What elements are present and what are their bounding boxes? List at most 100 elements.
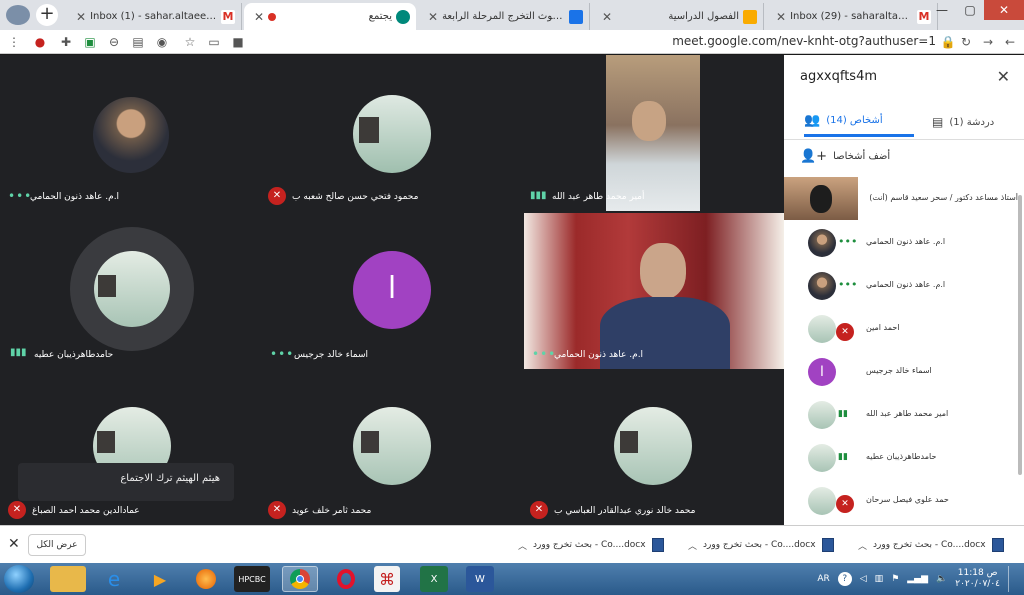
close-icon[interactable]: ✕ (602, 10, 612, 24)
mic-off-icon: ✕ (836, 495, 854, 513)
forward-icon[interactable]: → (980, 34, 996, 50)
extension-icon[interactable]: ● (32, 34, 48, 50)
extension-icon[interactable]: ⊖ (106, 34, 122, 50)
participant-name: احمد امين (866, 323, 900, 332)
cast-icon[interactable]: ▭ (206, 34, 222, 50)
scrollbar[interactable] (1018, 195, 1022, 475)
maximize-icon[interactable]: ▢ (956, 0, 984, 20)
participant-row[interactable]: ••• ا.م. عاهد ذنون الحمامي (784, 221, 1024, 264)
extension-icon[interactable]: ◉ (154, 34, 170, 50)
signal-icon[interactable]: ▂▄▆ (907, 574, 928, 584)
add-people-button[interactable]: 👤+ أضف أشخاصا (800, 149, 890, 164)
participant-row[interactable]: ▮▮ حامدطاهرذيبان عطيه (784, 436, 1024, 479)
show-all-button[interactable]: عرض الكل (28, 534, 86, 556)
lock-icon[interactable]: 🔒 (940, 34, 956, 50)
tab-label: أشخاص (14) (826, 115, 883, 126)
id-photo (361, 431, 379, 453)
word-icon[interactable]: W (466, 566, 494, 592)
mpc-hc-icon[interactable]: HPCBC (234, 566, 270, 592)
puzzle-icon[interactable]: ✚ (58, 34, 74, 50)
star-icon[interactable]: ☆ (182, 34, 198, 50)
tab-gmail-1[interactable]: ✕ Inbox (1) - sahar.altaee@uomo... M (66, 3, 242, 30)
acrobat-icon[interactable]: ⌘ (374, 566, 400, 592)
add-people-label: أضف أشخاصا (833, 151, 891, 162)
participant-avatar (353, 407, 431, 485)
participant-avatar (808, 272, 836, 300)
speaking-indicator-icon: ••• (838, 278, 858, 291)
participant-row[interactable]: ••• ا.م. عاهد ذنون الحمامي (784, 264, 1024, 307)
download-name: Co....docx - بحث تخرج وورد (533, 540, 646, 550)
chevron-up-icon[interactable]: ︿ (518, 539, 527, 552)
tab-strip: + ✕ Inbox (1) - sahar.altaee@uomo... M ✕… (0, 0, 1024, 30)
reload-icon[interactable]: ↻ (958, 34, 974, 50)
download-item[interactable]: ︿ Co....docx - بحث تخرج وورد (518, 532, 678, 558)
participant-row[interactable]: أستاذ مساعد دكتور / سحر سعيد قاسم (أنت) (784, 177, 1024, 220)
chevron-up-icon[interactable]: ︿ (688, 539, 697, 552)
download-item[interactable]: ︿ Co....docx - بحث تخرج وورد (688, 532, 848, 558)
meet-grid: ا.م. عاهد ذنون الحمامي ••• ✕ محمود فتحي … (0, 55, 784, 525)
close-icon[interactable]: ✕ (428, 10, 438, 24)
participant-row[interactable]: ✕ احمد امين (784, 307, 1024, 350)
language-indicator[interactable]: AR (817, 574, 829, 584)
minimize-icon[interactable]: — (928, 0, 956, 20)
back-icon[interactable]: ← (1002, 34, 1018, 50)
tab-people[interactable]: 👥 أشخاص (14) (804, 107, 914, 137)
participant-name: حامدطاهرذيبان عطيه (34, 350, 114, 360)
tab-classroom-topic[interactable]: ✕ مناقشة بحوث التخرج المرحلة الرابعة (418, 3, 590, 30)
audio-bars-icon: ▮▮▮ (530, 190, 547, 201)
extension-icon[interactable]: ▣ (82, 34, 98, 50)
clock-date: ٢٠٢٠/٠٧/٠٤ (955, 579, 1000, 589)
speaking-indicator-icon: ••• (838, 235, 858, 248)
network-icon[interactable]: ▥ (875, 574, 884, 584)
mic-off-icon: ✕ (8, 501, 26, 519)
flag-icon[interactable]: ⚑ (891, 574, 899, 584)
camera-icon[interactable]: ■ (230, 34, 246, 50)
participant-row[interactable]: ▮▮ امير محمد طاهر عبد الله (784, 393, 1024, 436)
close-icon[interactable]: ✕ (76, 10, 86, 24)
participant-name: محمد ثامر خلف عويد (292, 506, 372, 516)
close-icon[interactable]: ✕ (997, 67, 1010, 86)
menu-icon[interactable]: ⋮ (6, 34, 22, 50)
participant-row[interactable]: ✕ حمد علوي فيصل سرحان (784, 479, 1024, 522)
profile-avatar-icon[interactable] (6, 5, 30, 25)
file-explorer-icon[interactable] (50, 566, 86, 592)
mic-off-icon: ✕ (268, 501, 286, 519)
chrome-icon[interactable] (282, 566, 318, 592)
close-icon[interactable]: ✕ (776, 10, 786, 24)
participant-avatar (808, 229, 836, 257)
address-bar[interactable]: meet.google.com/nev-knht-otg?authuser=1 (672, 34, 936, 48)
chevron-up-icon[interactable]: ︿ (858, 539, 867, 552)
mic-off-icon: ✕ (836, 323, 854, 341)
close-icon[interactable]: ✕ (254, 10, 264, 24)
screen: + ✕ Inbox (1) - sahar.altaee@uomo... M ✕… (0, 0, 1024, 595)
windows-start-icon[interactable] (4, 565, 34, 593)
participant-name: ا.م. عاهد ذنون الحمامي (866, 280, 946, 289)
tab-chat[interactable]: ▤ دردشة (1) (932, 107, 1012, 137)
tray-expand-icon[interactable]: ◁ (860, 574, 867, 584)
participant-name: ا.م. عاهد ذنون الحمامي (554, 350, 644, 360)
show-desktop-button[interactable] (1008, 566, 1016, 592)
window-close-icon[interactable]: ✕ (984, 0, 1024, 20)
ie-icon[interactable]: e (96, 566, 132, 592)
opera-icon[interactable] (328, 566, 364, 592)
close-icon[interactable]: ✕ (8, 536, 20, 552)
clock-time: 11:18 ص (957, 568, 998, 578)
tab-classes[interactable]: ✕ الفصول الدراسية (592, 3, 764, 30)
participant-row[interactable]: ا اسماء خالد جرجيس (784, 350, 1024, 393)
download-item[interactable]: ︿ Co....docx - بحث تخرج وورد (858, 532, 1018, 558)
clock[interactable]: 11:18 ص ٢٠٢٠/٠٧/٠٤ (955, 568, 1000, 590)
volume-icon[interactable]: 🔈 (936, 574, 947, 584)
video-figure (810, 185, 832, 213)
new-tab-button[interactable]: + (36, 4, 58, 26)
download-name: Co....docx - بحث تخرج وورد (873, 540, 986, 550)
tab-gmail-2[interactable]: ✕ Inbox (29) - saharaltaee303@g... M (766, 3, 938, 30)
clapper-icon[interactable]: ▤ (130, 34, 146, 50)
excel-icon[interactable]: X (420, 566, 448, 592)
tab-label: دردشة (1) (949, 116, 995, 128)
tab-meet[interactable]: ✕ يجتمع (244, 3, 416, 30)
media-player-icon[interactable]: ▶ (142, 566, 178, 592)
help-icon[interactable]: ? (837, 572, 852, 586)
firefox-icon[interactable] (188, 566, 224, 592)
download-name: Co....docx - بحث تخرج وورد (703, 540, 816, 550)
tab-title: Inbox (1) - sahar.altaee@uomo... (90, 11, 217, 22)
